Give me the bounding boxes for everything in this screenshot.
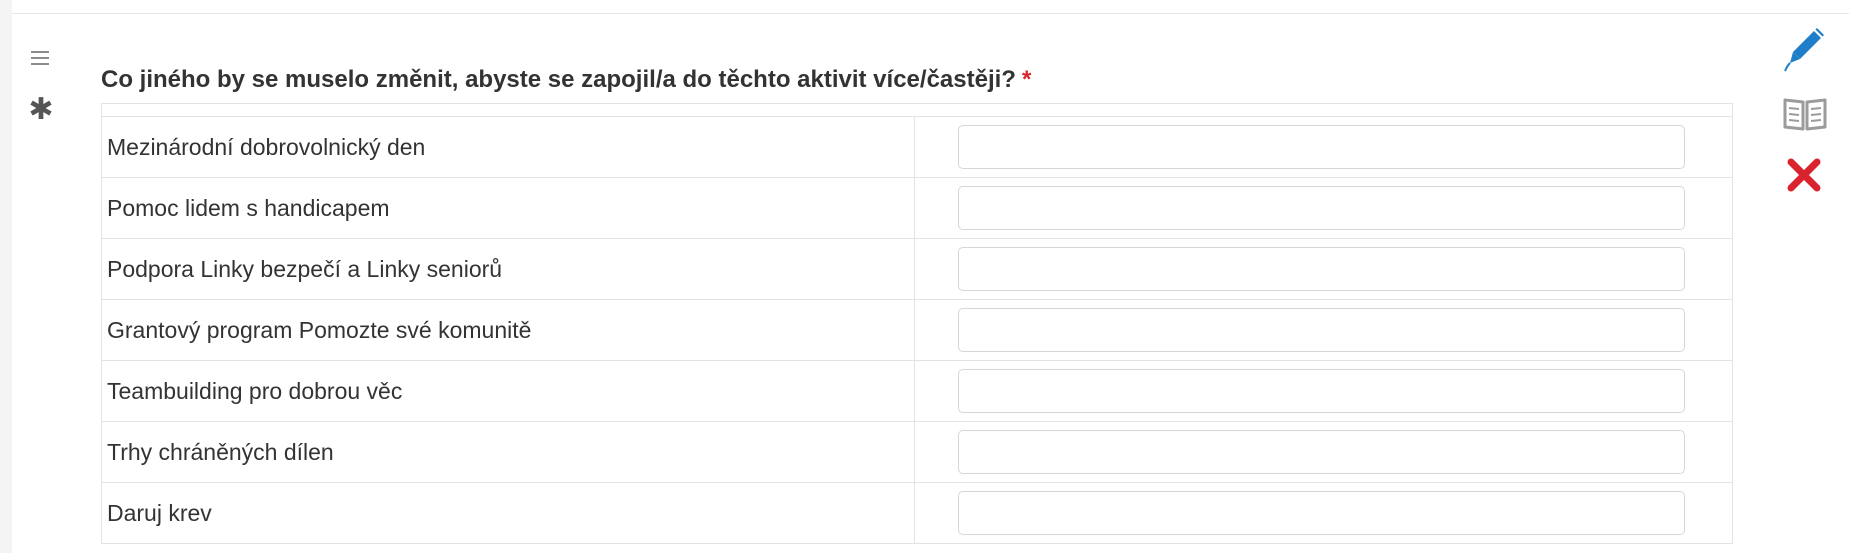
question-card: ✱ Co jiného by se muselo změnit, abyste …	[12, 0, 1849, 553]
required-marker: *	[1021, 66, 1032, 93]
table-row: Podpora Linky bezpečí a Linky seniorů	[102, 239, 1732, 300]
row-answer-input[interactable]	[958, 369, 1685, 413]
row-cell	[915, 117, 1732, 177]
row-answer-input[interactable]	[958, 430, 1685, 474]
drag-handle-icon[interactable]	[31, 51, 49, 65]
row-cell	[915, 361, 1732, 421]
table-row: Grantový program Pomozte své komunitě	[102, 300, 1732, 361]
table-row: Teambuilding pro dobrou věc	[102, 361, 1732, 422]
row-cell	[915, 422, 1732, 482]
row-label: Trhy chráněných dílen	[102, 422, 915, 482]
table-row: Pomoc lidem s handicapem	[102, 178, 1732, 239]
grid-header-row	[102, 103, 1732, 117]
pencil-icon[interactable]	[1784, 28, 1824, 72]
table-row: Trhy chráněných dílen	[102, 422, 1732, 483]
row-cell	[915, 178, 1732, 238]
row-label: Grantový program Pomozte své komunitě	[102, 300, 915, 360]
top-divider	[12, 13, 1849, 14]
row-answer-input[interactable]	[958, 247, 1685, 291]
row-cell	[915, 300, 1732, 360]
book-icon[interactable]	[1782, 96, 1828, 132]
row-answer-input[interactable]	[958, 186, 1685, 230]
answer-grid: Mezinárodní dobrovolnický den Pomoc lide…	[101, 103, 1733, 544]
table-row: Mezinárodní dobrovolnický den	[102, 117, 1732, 178]
table-row: Daruj krev	[102, 483, 1732, 544]
left-toolbar: ✱	[12, 0, 82, 553]
row-label: Podpora Linky bezpečí a Linky seniorů	[102, 239, 915, 299]
row-answer-input[interactable]	[958, 491, 1685, 535]
row-label: Daruj krev	[102, 483, 915, 543]
asterisk-icon: ✱	[28, 92, 54, 127]
close-icon[interactable]	[1786, 157, 1822, 193]
row-answer-input[interactable]	[958, 308, 1685, 352]
row-answer-input[interactable]	[958, 125, 1685, 169]
row-label: Mezinárodní dobrovolnický den	[102, 117, 915, 177]
row-cell	[915, 483, 1732, 543]
row-cell	[915, 239, 1732, 299]
question-title: Co jiného by se muselo změnit, abyste se…	[101, 66, 1031, 94]
question-text: Co jiného by se muselo změnit, abyste se…	[101, 66, 1016, 93]
row-label: Pomoc lidem s handicapem	[102, 178, 915, 238]
right-toolbar	[1772, 0, 1842, 553]
row-label: Teambuilding pro dobrou věc	[102, 361, 915, 421]
